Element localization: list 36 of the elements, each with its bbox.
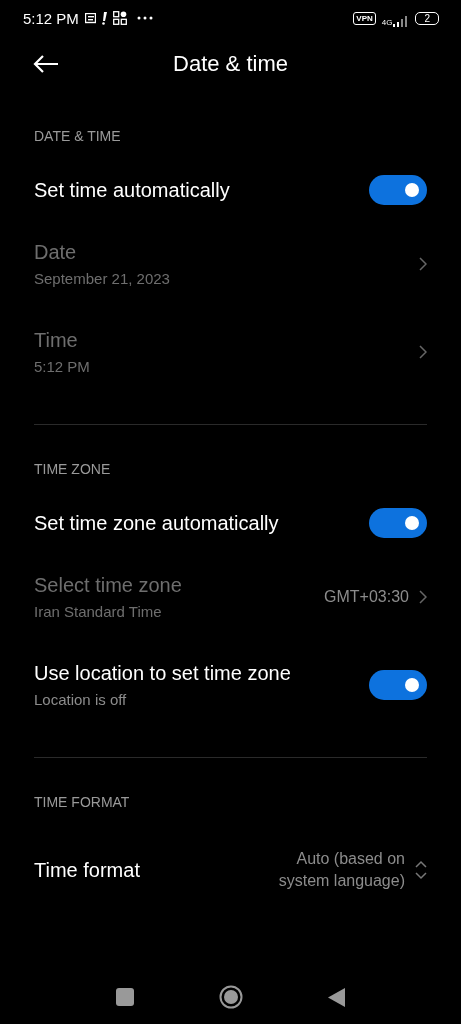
- battery-level: 2: [415, 11, 439, 25]
- vpn-indicator: VPN: [353, 11, 376, 25]
- toggle-switch[interactable]: [369, 175, 427, 205]
- section-header: TIME ZONE: [34, 460, 111, 479]
- up-down-arrows-icon: [415, 860, 427, 880]
- setting-title: Use location to set time zone: [34, 662, 292, 685]
- back-button[interactable]: [32, 54, 60, 74]
- more-icon: [136, 16, 153, 20]
- section-header: TIME FORMAT: [34, 793, 130, 812]
- setting-title: Time format: [34, 858, 141, 882]
- setting-summary: Location is off: [34, 691, 128, 708]
- page-title: Date & time: [173, 51, 288, 77]
- section-header: DATE & TIME: [34, 127, 121, 146]
- toggle-switch[interactable]: [369, 508, 427, 538]
- home-button[interactable]: [219, 985, 243, 1009]
- back-nav-button[interactable]: [328, 987, 345, 1007]
- chevron-right-icon: [419, 590, 427, 604]
- chevron-right-icon: [419, 257, 427, 271]
- setting-summary: 5:12 PM: [34, 358, 91, 375]
- setting-title: Select time zone: [34, 574, 183, 597]
- setting-value: Auto (based on system language): [277, 849, 405, 891]
- setting-title: Set time automatically: [34, 178, 231, 202]
- notification-icon: [84, 12, 96, 24]
- setting-summary: September 21, 2023: [34, 270, 171, 287]
- toggle-switch[interactable]: [369, 670, 427, 700]
- apps-icon: [112, 11, 127, 25]
- setting-summary: Iran Standard Time: [34, 603, 163, 620]
- network-type: 4G: [381, 17, 393, 27]
- setting-title: Set time zone automatically: [34, 511, 280, 535]
- setting-title: Date: [34, 241, 78, 264]
- alert-icon: [101, 11, 107, 25]
- status-time: 5:12 PM: [23, 9, 79, 27]
- setting-value: GMT+03:30: [324, 588, 409, 606]
- setting-title: Time: [34, 329, 79, 352]
- chevron-right-icon: [419, 345, 427, 359]
- signal-icon: [393, 14, 410, 27]
